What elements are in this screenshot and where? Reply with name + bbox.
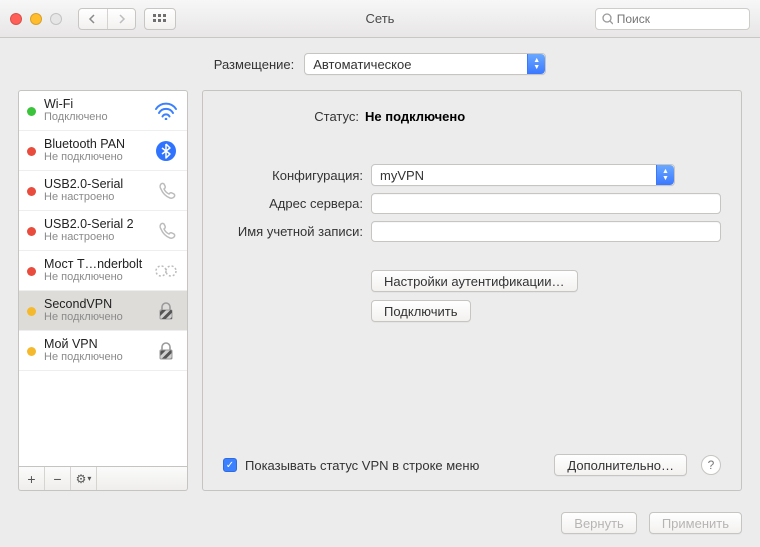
vpn-lock-icon bbox=[153, 338, 179, 364]
account-label: Имя учетной записи: bbox=[223, 224, 363, 239]
chevron-right-icon bbox=[117, 14, 127, 24]
status-label: Статус: bbox=[303, 109, 359, 124]
status-dot bbox=[27, 147, 36, 156]
interface-name: Wi-Fi bbox=[44, 97, 145, 111]
sidebar-item-wifi[interactable]: Wi-Fi Подключено bbox=[19, 91, 187, 131]
status-value: Не подключено bbox=[365, 109, 465, 124]
sidebar-item-usb-serial-2[interactable]: USB2.0-Serial 2 Не настроено bbox=[19, 211, 187, 251]
search-field[interactable] bbox=[595, 8, 750, 30]
server-label: Адрес сервера: bbox=[223, 196, 363, 211]
sidebar-item-bluetooth-pan[interactable]: Bluetooth PAN Не подключено bbox=[19, 131, 187, 171]
action-buttons: Настройки аутентификации… Подключить bbox=[371, 270, 721, 322]
interface-name: USB2.0-Serial 2 bbox=[44, 217, 145, 231]
chevron-left-icon bbox=[88, 14, 98, 24]
interface-status: Не подключено bbox=[44, 311, 145, 324]
close-window-button[interactable] bbox=[10, 13, 22, 25]
interface-action-menu[interactable]: ⚙︎▾ bbox=[71, 467, 97, 490]
titlebar: Сеть bbox=[0, 0, 760, 38]
back-button[interactable] bbox=[79, 9, 107, 29]
detail-panel: Статус: Не подключено Конфигурация: myVP… bbox=[202, 90, 742, 491]
interface-status: Не подключено bbox=[44, 271, 145, 284]
remove-interface-button[interactable]: − bbox=[45, 467, 71, 490]
panel-bottom-row: ✓ Показывать статус VPN в строке меню До… bbox=[223, 454, 721, 476]
interface-name: Мой VPN bbox=[44, 337, 145, 351]
phone-icon bbox=[153, 218, 179, 244]
sidebar-toolbar: + − ⚙︎▾ bbox=[18, 467, 188, 491]
sidebar: Wi-Fi Подключено Bluetooth PAN Не подклю… bbox=[18, 90, 188, 491]
interface-status: Подключено bbox=[44, 111, 145, 124]
wifi-icon bbox=[153, 98, 179, 124]
connect-button[interactable]: Подключить bbox=[371, 300, 471, 322]
help-button[interactable]: ? bbox=[701, 455, 721, 475]
search-icon bbox=[602, 13, 613, 25]
window-controls bbox=[10, 13, 62, 25]
show-vpn-status-checkbox[interactable]: ✓ bbox=[223, 458, 237, 472]
status-dot bbox=[27, 227, 36, 236]
auth-settings-button[interactable]: Настройки аутентификации… bbox=[371, 270, 578, 292]
config-select[interactable]: myVPN ▲▼ bbox=[371, 164, 675, 186]
location-label: Размещение: bbox=[214, 57, 295, 72]
chevron-updown-icon: ▲▼ bbox=[527, 54, 545, 74]
status-dot bbox=[27, 187, 36, 196]
interface-status: Не подключено bbox=[44, 151, 145, 164]
location-row: Размещение: Автоматическое ▲▼ bbox=[0, 38, 760, 90]
config-label: Конфигурация: bbox=[223, 168, 363, 183]
chevron-down-icon: ▾ bbox=[87, 474, 91, 483]
vpn-form: Конфигурация: myVPN ▲▼ Адрес сервера: Им… bbox=[223, 164, 721, 242]
location-select[interactable]: Автоматическое ▲▼ bbox=[304, 53, 546, 75]
grid-icon bbox=[153, 14, 167, 24]
sidebar-item-my-vpn[interactable]: Мой VPN Не подключено bbox=[19, 331, 187, 371]
sidebar-item-secondvpn[interactable]: SecondVPN Не подключено bbox=[19, 291, 187, 331]
chevron-updown-icon: ▲▼ bbox=[656, 165, 674, 185]
bridge-icon bbox=[153, 258, 179, 284]
sidebar-item-usb-serial[interactable]: USB2.0-Serial Не настроено bbox=[19, 171, 187, 211]
server-address-input[interactable] bbox=[371, 193, 721, 214]
status-dot bbox=[27, 107, 36, 116]
sidebar-item-thunderbolt-bridge[interactable]: Мост T…nderbolt Не подключено bbox=[19, 251, 187, 291]
content-area: Wi-Fi Подключено Bluetooth PAN Не подклю… bbox=[0, 90, 760, 503]
show-all-button[interactable] bbox=[144, 8, 176, 30]
minimize-window-button[interactable] bbox=[30, 13, 42, 25]
show-vpn-status-label: Показывать статус VPN в строке меню bbox=[245, 458, 546, 473]
status-row: Статус: Не подключено bbox=[303, 109, 721, 124]
interface-name: Мост T…nderbolt bbox=[44, 257, 145, 271]
interface-name: SecondVPN bbox=[44, 297, 145, 311]
interface-status: Не настроено bbox=[44, 231, 145, 244]
interface-name: USB2.0-Serial bbox=[44, 177, 145, 191]
nav-back-forward bbox=[78, 8, 136, 30]
interface-name: Bluetooth PAN bbox=[44, 137, 145, 151]
config-value: myVPN bbox=[380, 168, 424, 183]
gear-icon: ⚙︎ bbox=[76, 472, 87, 486]
status-dot bbox=[27, 307, 36, 316]
apply-button[interactable]: Применить bbox=[649, 512, 742, 534]
status-dot bbox=[27, 267, 36, 276]
footer: Вернуть Применить bbox=[0, 503, 760, 547]
search-input[interactable] bbox=[617, 12, 743, 26]
vpn-lock-icon bbox=[153, 298, 179, 324]
interface-status: Не настроено bbox=[44, 191, 145, 204]
location-value: Автоматическое bbox=[313, 57, 411, 72]
revert-button[interactable]: Вернуть bbox=[561, 512, 637, 534]
forward-button[interactable] bbox=[107, 9, 135, 29]
phone-icon bbox=[153, 178, 179, 204]
zoom-window-button bbox=[50, 13, 62, 25]
interface-status: Не подключено bbox=[44, 351, 145, 364]
interface-list: Wi-Fi Подключено Bluetooth PAN Не подклю… bbox=[18, 90, 188, 467]
advanced-button[interactable]: Дополнительно… bbox=[554, 454, 687, 476]
bluetooth-icon bbox=[153, 138, 179, 164]
status-dot bbox=[27, 347, 36, 356]
account-name-input[interactable] bbox=[371, 221, 721, 242]
add-interface-button[interactable]: + bbox=[19, 467, 45, 490]
